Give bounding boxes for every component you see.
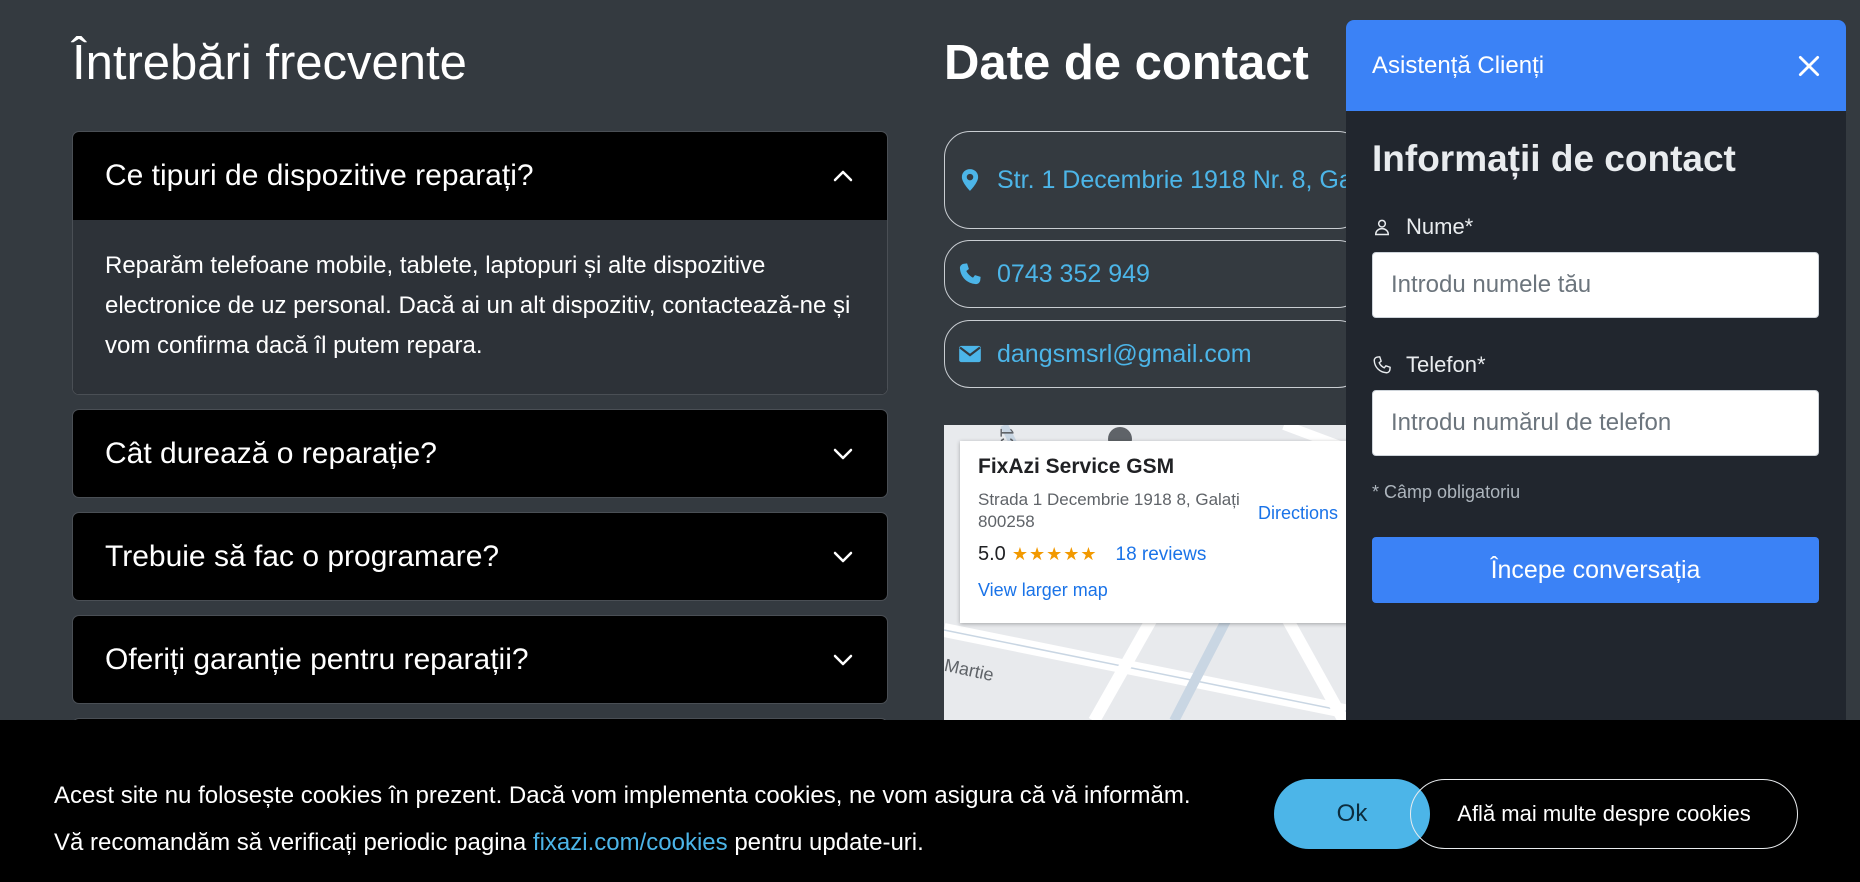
star-rating-icon: ★★★★★	[1011, 544, 1098, 564]
name-label-text: Nume*	[1406, 214, 1474, 239]
map-place-address: Strada 1 Decembrie 1918 8, Galați 800258	[978, 490, 1240, 531]
faq-question: Ce tipuri de dispozitive reparați?	[105, 159, 534, 192]
support-chat-panel: Asistență Clienți Informații de contact …	[1346, 20, 1846, 720]
faq-question: Cât durează o reparație?	[105, 436, 437, 470]
map-rating: 5.0	[978, 543, 1006, 565]
cookie-policy-link[interactable]: fixazi.com/cookies	[533, 829, 728, 856]
faq-question: Oferiți garanție pentru reparații?	[105, 642, 529, 676]
embedded-map[interactable]: Martie 13 FixAzi Service GSM Strada 1 De…	[944, 425, 1364, 721]
envelope-icon	[957, 341, 997, 367]
phone-input[interactable]	[1372, 390, 1819, 456]
faq-question-toggle[interactable]: Oferiți garanție pentru reparații?	[73, 616, 887, 703]
cookie-message: Acest site nu folosește cookies în preze…	[54, 772, 1191, 866]
cookie-learn-more-button[interactable]: Află mai multe despre cookies	[1410, 779, 1798, 849]
cookie-line-1: Acest site nu folosește cookies în preze…	[54, 782, 1191, 809]
required-note: * Câmp obligatoriu	[1372, 482, 1521, 502]
phone-label-text: Telefon*	[1406, 352, 1486, 377]
faq-answer: Reparăm telefoane mobile, tablete, lapto…	[73, 220, 887, 394]
map-place-name: FixAzi Service GSM	[978, 455, 1175, 478]
faq-item: Oferiți garanție pentru reparații?	[72, 615, 888, 704]
faq-title: Întrebări frecvente	[72, 36, 467, 90]
faq-question-toggle[interactable]: Trebuie să fac o programare?	[73, 513, 887, 600]
email-text: dangsmsrl@gmail.com	[997, 339, 1252, 368]
phone-icon	[957, 261, 997, 287]
name-field-label: Nume*	[1372, 214, 1820, 240]
chat-header-title: Asistență Clienți	[1372, 51, 1545, 79]
contact-title: Date de contact	[944, 36, 1309, 90]
phone-icon	[1372, 355, 1406, 375]
cookie-line-2: Vă recomandăm să verificați periodic pag…	[54, 819, 1191, 866]
map-larger-link[interactable]: View larger map	[978, 580, 1362, 601]
map-reviews-link[interactable]: 18 reviews	[1116, 544, 1207, 566]
start-conversation-button[interactable]: Începe conversația	[1372, 537, 1819, 603]
chevron-down-icon	[831, 442, 855, 466]
location-pin-icon	[957, 167, 997, 193]
cookie-line-2-before: Vă recomandăm să verificați periodic pag…	[54, 829, 533, 856]
close-icon[interactable]	[1796, 53, 1822, 79]
faq-list: Ce tipuri de dispozitive reparați? Repar…	[72, 131, 888, 752]
map-place-card: FixAzi Service GSM Strada 1 Decembrie 19…	[960, 441, 1364, 623]
cookie-line-2-after: pentru update-uri.	[727, 829, 924, 856]
faq-question: Trebuie să fac o programare?	[105, 539, 500, 573]
faq-item: Cât durează o reparație?	[72, 409, 888, 498]
address-text: Str. 1 Decembrie 1918 Nr. 8, Galați	[997, 165, 1364, 194]
chat-form-heading: Informații de contact	[1372, 138, 1736, 179]
email-link[interactable]: dangsmsrl@gmail.com	[944, 320, 1364, 388]
faq-question-toggle[interactable]: Cât durează o reparație?	[73, 410, 887, 497]
address-link[interactable]: Str. 1 Decembrie 1918 Nr. 8, Galați	[944, 131, 1364, 229]
map-directions-link[interactable]: Directions	[1258, 503, 1338, 524]
faq-question-toggle[interactable]: Ce tipuri de dispozitive reparați?	[73, 132, 887, 220]
faq-item: Trebuie să fac o programare?	[72, 512, 888, 601]
user-icon	[1372, 217, 1406, 237]
cookie-banner: Acest site nu folosește cookies în preze…	[0, 720, 1860, 882]
chevron-up-icon	[831, 164, 855, 188]
faq-item: Ce tipuri de dispozitive reparați? Repar…	[72, 131, 888, 395]
cookie-ok-button[interactable]: Ok	[1274, 779, 1430, 849]
chat-header: Asistență Clienți	[1346, 20, 1846, 111]
chevron-down-icon	[831, 545, 855, 569]
name-input[interactable]	[1372, 252, 1819, 318]
phone-field-label: Telefon*	[1372, 352, 1820, 378]
phone-link[interactable]: 0743 352 949	[944, 240, 1364, 308]
phone-text: 0743 352 949	[997, 259, 1150, 288]
map-rating-row: 5.0 ★★★★★ 18 reviews	[978, 543, 1362, 566]
chevron-down-icon	[831, 648, 855, 672]
